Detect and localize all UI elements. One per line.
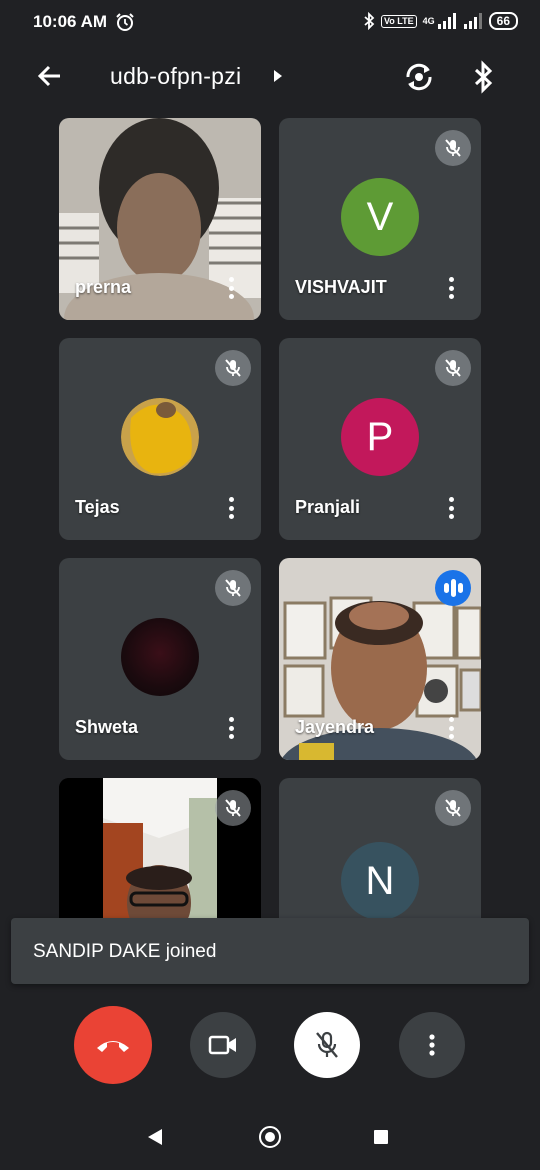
participant-name: VISHVAJIT bbox=[295, 277, 387, 297]
system-nav-bar bbox=[0, 1100, 540, 1170]
bluetooth-audio-icon[interactable] bbox=[472, 60, 496, 94]
switch-camera-icon[interactable] bbox=[402, 60, 436, 94]
more-vert-icon[interactable] bbox=[229, 717, 235, 739]
more-vert-icon[interactable] bbox=[449, 497, 455, 519]
bluetooth-icon bbox=[364, 12, 375, 30]
mic-off-icon bbox=[215, 350, 251, 386]
more-vert-icon[interactable] bbox=[449, 277, 455, 299]
mic-off-icon bbox=[435, 130, 471, 166]
signal-icon bbox=[463, 13, 482, 29]
alarm-icon bbox=[116, 13, 134, 31]
mic-off-icon bbox=[215, 570, 251, 606]
participant-tile[interactable]: Jayendra bbox=[279, 558, 481, 760]
participant-name: prerna bbox=[75, 277, 132, 297]
nav-back-icon[interactable] bbox=[148, 1129, 162, 1145]
end-call-button[interactable] bbox=[74, 1006, 152, 1084]
participant-tile[interactable]: Shweta bbox=[59, 558, 261, 760]
camera-toggle-button[interactable] bbox=[190, 1012, 256, 1078]
mic-off-icon bbox=[435, 350, 471, 386]
battery-icon: 66 bbox=[488, 12, 518, 30]
end-call-icon bbox=[97, 1041, 129, 1052]
avatar bbox=[121, 618, 199, 696]
avatar bbox=[121, 398, 199, 476]
signal-icon bbox=[437, 13, 456, 29]
network-type: 4G bbox=[422, 16, 435, 26]
mic-off-icon bbox=[435, 790, 471, 826]
nav-recents-icon[interactable] bbox=[374, 1130, 388, 1144]
speaking-indicator-icon bbox=[435, 570, 471, 606]
participant-tile[interactable]: Tejas bbox=[59, 338, 261, 540]
participant-name: Tejas bbox=[75, 497, 120, 517]
back-arrow-icon[interactable] bbox=[34, 60, 66, 92]
avatar: P bbox=[341, 398, 419, 476]
participant-name: Shweta bbox=[75, 717, 139, 737]
participant-tile[interactable]: prerna bbox=[59, 118, 261, 320]
camera-icon bbox=[208, 1035, 236, 1055]
participant-tile[interactable]: P Pranjali bbox=[279, 338, 481, 540]
avatar: V bbox=[341, 178, 419, 256]
join-notification: SANDIP DAKE joined bbox=[11, 918, 529, 984]
mic-off-icon bbox=[215, 790, 251, 826]
mic-off-icon bbox=[316, 1031, 338, 1058]
more-options-button[interactable] bbox=[399, 1012, 465, 1078]
nav-home-icon[interactable] bbox=[259, 1126, 281, 1148]
avatar: N bbox=[341, 842, 419, 918]
chevron-right-icon[interactable] bbox=[274, 70, 282, 82]
more-options-icon bbox=[429, 1034, 435, 1056]
notification-text: SANDIP DAKE joined bbox=[33, 941, 217, 962]
participant-name: Jayendra bbox=[295, 717, 375, 737]
mic-toggle-button[interactable] bbox=[294, 1012, 360, 1078]
more-vert-icon[interactable] bbox=[449, 717, 455, 739]
volte-badge: Vo LTE bbox=[380, 14, 417, 28]
participant-name: Pranjali bbox=[295, 497, 361, 517]
status-bar: 10:06 AM Vo LTE 4G 66 bbox=[0, 0, 540, 46]
participant-tile[interactable]: N bbox=[279, 778, 481, 918]
more-vert-icon[interactable] bbox=[229, 497, 235, 519]
participant-tile[interactable] bbox=[59, 778, 261, 918]
participant-tile[interactable]: V VISHVAJIT bbox=[279, 118, 481, 320]
status-time: 10:06 AM bbox=[33, 12, 108, 31]
meeting-header: udb-ofpn-pzi bbox=[0, 46, 540, 110]
meeting-code[interactable]: udb-ofpn-pzi bbox=[110, 63, 241, 90]
more-vert-icon[interactable] bbox=[229, 277, 235, 299]
